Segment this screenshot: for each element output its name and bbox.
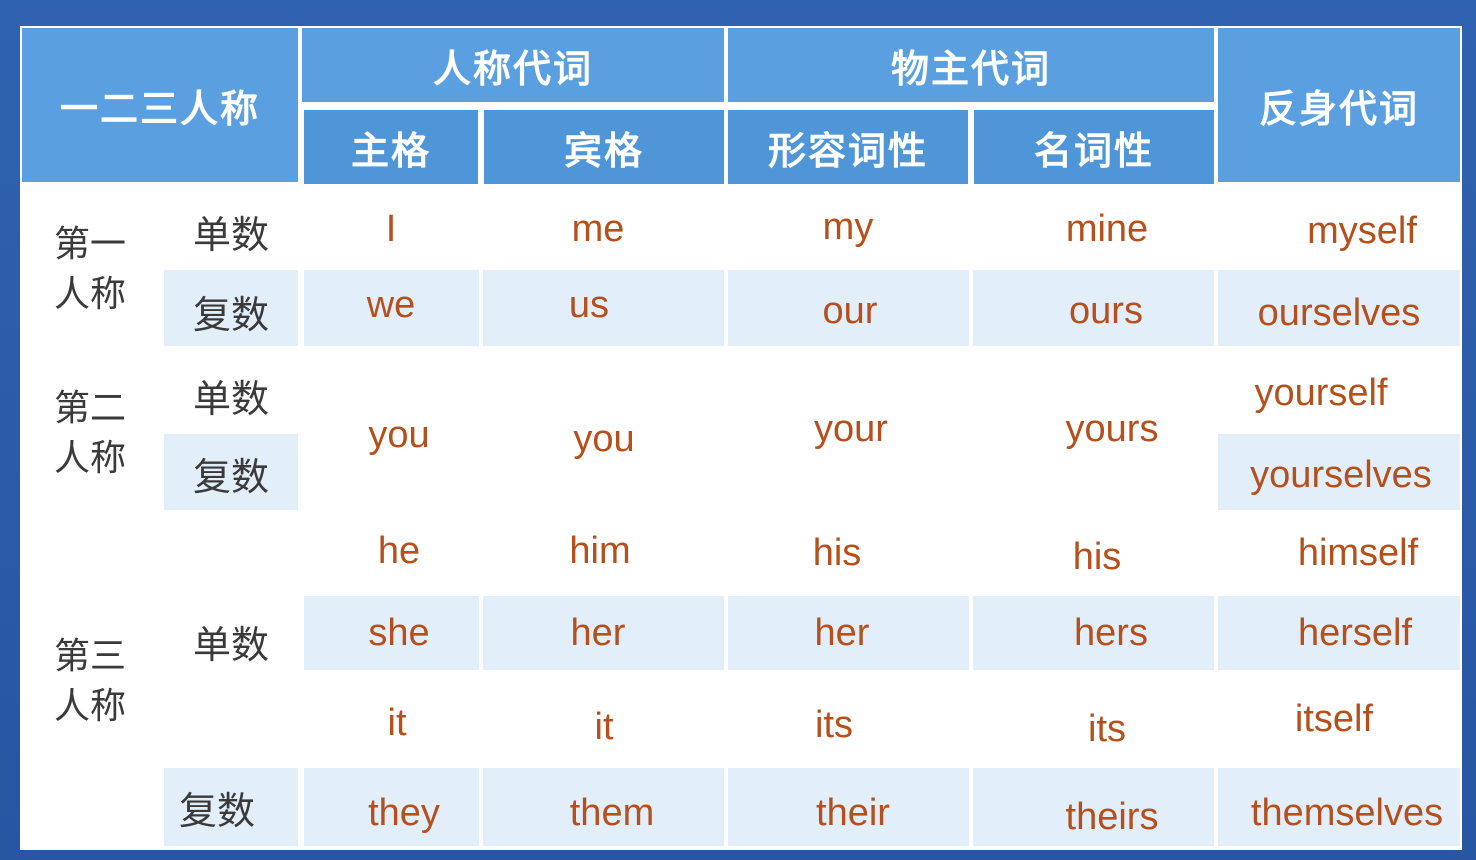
number-second-singular: 单数: [192, 376, 269, 421]
person-first-label: 第一 人称: [30, 220, 150, 320]
number-second-plural: 复数: [192, 454, 269, 499]
word-reflexive: ourselves: [1257, 291, 1421, 334]
word-nominal: hers: [1074, 611, 1148, 654]
word-objective: you: [573, 417, 635, 460]
separator: [479, 270, 483, 346]
word-nominal: yours: [1065, 407, 1159, 450]
word-reflexive: yourself: [1254, 371, 1388, 414]
header-nominal: 名词性: [974, 110, 1214, 184]
word-objective: me: [571, 207, 625, 250]
word-nominal: his: [1072, 535, 1122, 578]
person-third-label: 第三 人称: [30, 632, 150, 732]
header-person: 一二三人称: [22, 28, 298, 182]
number-third-plural: 复数: [178, 788, 255, 833]
word-nominal: ours: [1069, 289, 1143, 332]
person-second-line1: 第二: [53, 388, 126, 429]
word-reflexive: yourselves: [1250, 453, 1432, 496]
number-first-plural: 复数: [192, 292, 269, 337]
word-nominal: mine: [1065, 207, 1149, 250]
word-adjectival: her: [814, 611, 870, 654]
word-adjectival: its: [815, 703, 853, 746]
word-subjective: we: [366, 283, 416, 326]
word-reflexive: themselves: [1250, 791, 1444, 834]
word-objective: them: [569, 791, 655, 834]
word-reflexive: himself: [1297, 531, 1419, 574]
word-subjective: I: [385, 207, 397, 250]
person-second-label: 第二 人称: [30, 384, 150, 484]
word-reflexive: itself: [1294, 697, 1374, 740]
person-first-line2: 人称: [53, 274, 126, 315]
word-objective: it: [594, 705, 614, 748]
word-objective: her: [570, 611, 626, 654]
number-first-singular: 单数: [192, 212, 269, 257]
word-adjectival: their: [816, 791, 890, 834]
word-adjectival: our: [822, 289, 878, 332]
word-reflexive: herself: [1297, 611, 1413, 654]
person-first-line1: 第一: [53, 224, 126, 265]
word-reflexive: myself: [1307, 209, 1417, 252]
word-subjective: it: [387, 701, 407, 744]
header-adjectival: 形容词性: [728, 110, 968, 184]
person-second-line2: 人称: [53, 438, 126, 479]
number-third-singular: 单数: [192, 622, 269, 667]
person-third-line2: 人称: [53, 686, 126, 727]
header-possessive-pronoun: 物主代词: [728, 28, 1214, 102]
header-reflexive-pronoun: 反身代词: [1218, 28, 1460, 182]
word-adjectival: your: [814, 407, 888, 450]
person-third-line1: 第三: [53, 636, 126, 677]
header-objective: 宾格: [484, 110, 724, 184]
word-nominal: its: [1088, 707, 1126, 750]
word-adjectival: my: [822, 205, 874, 248]
word-subjective: they: [368, 791, 440, 834]
word-adjectival: his: [812, 531, 862, 574]
word-objective: him: [569, 529, 631, 572]
header-subjective: 主格: [304, 110, 478, 184]
word-subjective: he: [377, 529, 421, 572]
header-personal-pronoun: 人称代词: [302, 28, 724, 102]
word-subjective: you: [368, 413, 430, 456]
word-nominal: theirs: [1065, 795, 1159, 838]
separator: [969, 596, 973, 670]
word-subjective: she: [368, 611, 430, 654]
word-objective: us: [568, 283, 610, 326]
